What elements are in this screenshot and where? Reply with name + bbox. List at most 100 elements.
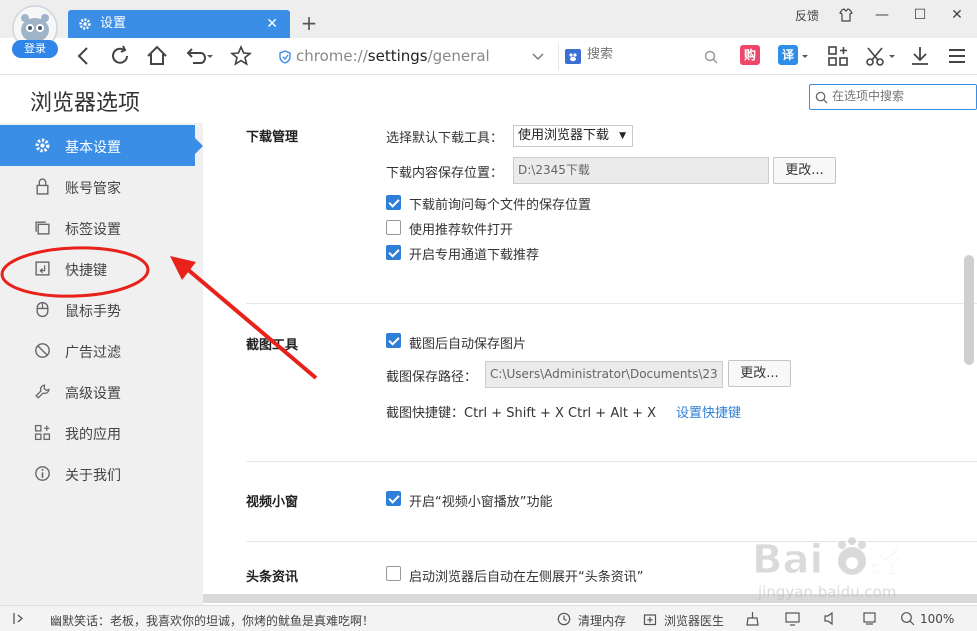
ask-each-checkbox[interactable] — [386, 195, 401, 210]
block-icon — [35, 343, 50, 358]
zoom-level[interactable]: 100% — [920, 612, 954, 626]
section-divider — [246, 461, 977, 462]
translate-extension-button[interactable]: 译 — [778, 45, 798, 65]
zoom-icon[interactable] — [900, 611, 915, 626]
default-tool-select[interactable]: 使用浏览器下载 ▼ — [513, 125, 633, 147]
news-label: 启动浏览器后自动在左侧展开“头条资讯” — [409, 570, 644, 585]
maximize-button[interactable]: ☐ — [908, 4, 932, 26]
settings-search-input[interactable] — [832, 89, 972, 103]
sidebar-item-label: 关于我们 — [65, 468, 121, 484]
url-host: settings — [367, 47, 428, 65]
video-section-title: 视频小窗 — [246, 495, 299, 510]
autosave-checkbox[interactable] — [386, 333, 401, 348]
channel-recommend-checkbox[interactable] — [386, 245, 401, 260]
sidebar-item-gestures[interactable]: 鼠标手势 — [0, 289, 203, 330]
menu-icon[interactable] — [945, 44, 969, 68]
screenshot-path-change-button[interactable]: 更改... — [728, 360, 791, 387]
sidebar-item-shortcuts[interactable]: 快捷键 — [0, 248, 203, 289]
undo-icon[interactable] — [183, 44, 207, 68]
shopping-extension-button[interactable]: 购 — [740, 45, 760, 65]
translate-dropdown-icon[interactable] — [800, 44, 810, 68]
joke-text[interactable]: 幽默笑话：老板，我喜欢你的坦诚，你烤的鱿鱼是真难吃啊！ — [50, 612, 374, 629]
settings-search-box[interactable] — [809, 84, 977, 110]
tab-title: 设置 — [100, 16, 127, 31]
broom-icon[interactable] — [745, 611, 760, 626]
sidebar-item-about[interactable]: 关于我们 — [0, 453, 203, 494]
sidebar-item-label: 快捷键 — [65, 263, 107, 279]
recommended-open-checkbox[interactable] — [386, 220, 401, 235]
gear-icon — [79, 18, 91, 30]
feedback-link[interactable]: 反馈 — [795, 7, 819, 24]
sidebar-item-label: 基本设置 — [65, 140, 121, 156]
sidebar-item-apps[interactable]: 我的应用 — [0, 412, 203, 453]
settings-sidebar: 基本设置 账号管家 标签设置 快捷键 鼠标手势 广告过滤 高级设置 我的应用 关… — [0, 123, 203, 605]
search-icon — [815, 91, 828, 104]
login-button[interactable]: 登录 — [12, 40, 58, 58]
sidebar-item-label: 账号管家 — [65, 181, 121, 197]
skin-icon[interactable] — [834, 4, 858, 26]
autosave-label: 截图后自动保存图片 — [409, 337, 527, 352]
tab-settings[interactable]: 设置 ✕ — [68, 10, 290, 38]
download-path-field[interactable]: D:\2345下载 — [513, 157, 769, 184]
sidebar-toggle-icon[interactable] — [12, 612, 26, 625]
news-section-title: 头条资讯 — [246, 570, 299, 585]
chevron-down-icon[interactable] — [532, 52, 544, 62]
page-title: 浏览器选项 — [30, 91, 141, 116]
sidebar-item-adblock[interactable]: 广告过滤 — [0, 330, 203, 371]
news-checkbox[interactable] — [386, 566, 401, 581]
search-box[interactable] — [558, 43, 726, 70]
back-icon[interactable] — [72, 44, 96, 68]
search-input[interactable] — [587, 47, 697, 62]
url-scheme: chrome:// — [296, 47, 368, 65]
dropdown-arrow-icon: ▼ — [619, 131, 626, 141]
watermark-brand: Bai — [752, 537, 823, 583]
sidebar-item-label: 广告过滤 — [65, 345, 121, 361]
channel-recommend-label: 开启专用通道下载推荐 — [409, 248, 540, 263]
gear-icon — [35, 138, 50, 153]
minimize-button[interactable]: — — [870, 4, 894, 26]
new-tab-button[interactable]: + — [298, 10, 320, 36]
home-icon[interactable] — [145, 44, 169, 68]
browser-doctor-button[interactable]: 浏览器医生 — [664, 612, 724, 629]
undo-dropdown-icon[interactable] — [205, 44, 215, 68]
url-text[interactable]: chrome://settings/general — [296, 47, 490, 65]
download-icon[interactable] — [908, 44, 932, 68]
shield-icon — [279, 50, 291, 64]
screenshot-shortcut-text: 截图快捷键：Ctrl + Shift + X Ctrl + Alt + X — [386, 406, 656, 421]
sidebar-item-advanced[interactable]: 高级设置 — [0, 371, 203, 412]
volume-icon[interactable] — [823, 611, 838, 626]
cast-icon[interactable] — [785, 611, 800, 626]
lock-icon — [36, 178, 49, 195]
default-tool-value: 使用浏览器下载 — [518, 128, 610, 143]
address-bar[interactable]: chrome://settings/general — [270, 43, 554, 70]
video-window-checkbox[interactable] — [386, 491, 401, 506]
scissors-icon[interactable] — [864, 44, 888, 68]
sidebar-item-label: 我的应用 — [65, 427, 121, 443]
screen-icon[interactable] — [862, 611, 877, 626]
navigation-toolbar: chrome://settings/general 购 译 — [0, 38, 977, 75]
tab-close-icon[interactable]: ✕ — [266, 10, 278, 38]
url-path: /general — [427, 47, 490, 65]
sidebar-item-label: 标签设置 — [65, 222, 121, 238]
clean-memory-icon — [557, 612, 571, 626]
search-engine-icon[interactable] — [565, 49, 581, 64]
video-window-label: 开启“视频小窗播放”功能 — [409, 495, 553, 510]
apps-icon[interactable] — [826, 44, 850, 68]
sidebar-item-basic[interactable]: 基本设置 — [0, 125, 203, 166]
save-path-label: 下载内容保存位置： — [386, 166, 504, 181]
sidebar-item-account[interactable]: 账号管家 — [0, 166, 203, 207]
ask-each-label: 下载前询问每个文件的保存位置 — [409, 198, 592, 213]
apps-icon — [34, 424, 51, 441]
vertical-scrollbar[interactable] — [964, 255, 974, 365]
refresh-icon[interactable] — [108, 44, 132, 68]
search-icon[interactable] — [704, 50, 718, 64]
screenshot-section-title: 截图工具 — [246, 338, 299, 353]
clean-memory-button[interactable]: 清理内存 — [578, 612, 626, 629]
close-button[interactable]: ✕ — [945, 4, 969, 26]
download-path-change-button[interactable]: 更改... — [773, 157, 836, 184]
set-shortcut-link[interactable]: 设置快捷键 — [676, 402, 741, 421]
bookmark-star-icon[interactable] — [229, 44, 253, 68]
screenshot-path-field[interactable]: C:\Users\Administrator\Documents\23 — [485, 361, 723, 388]
sidebar-item-tabs[interactable]: 标签设置 — [0, 207, 203, 248]
scissors-dropdown-icon[interactable] — [887, 44, 897, 68]
